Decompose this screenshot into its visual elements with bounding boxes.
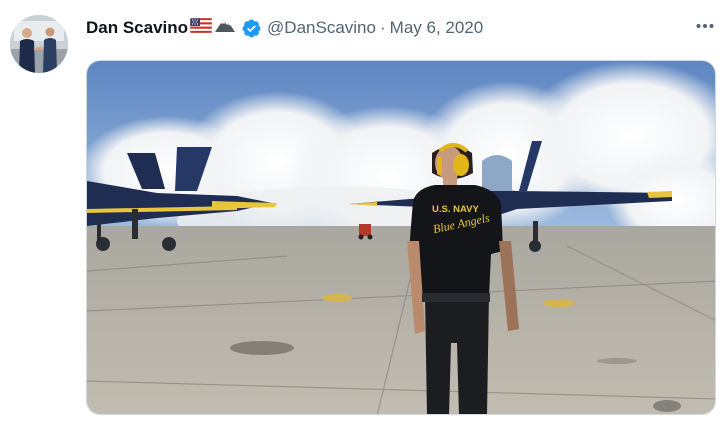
tweet-media-video[interactable]: U.S. NAVY Blue Angels — [86, 60, 716, 415]
tarmac — [87, 226, 715, 414]
separator: · — [379, 18, 386, 37]
avatar[interactable] — [10, 15, 68, 73]
tweet-date[interactable]: May 6, 2020 — [390, 16, 484, 40]
more-icon[interactable] — [694, 17, 716, 35]
display-name[interactable]: Dan Scavino — [86, 16, 188, 40]
handle[interactable]: @DanScavino — [267, 16, 376, 40]
tweet-header: Dan Scavino @DanScavino · May 6, 2020 — [86, 16, 483, 40]
tweet: Dan Scavino @DanScavino · May 6, 2020 U.… — [0, 0, 722, 421]
verified-badge-icon — [241, 18, 262, 39]
us-flag-icon — [189, 16, 213, 40]
mountain-icon — [214, 16, 236, 40]
